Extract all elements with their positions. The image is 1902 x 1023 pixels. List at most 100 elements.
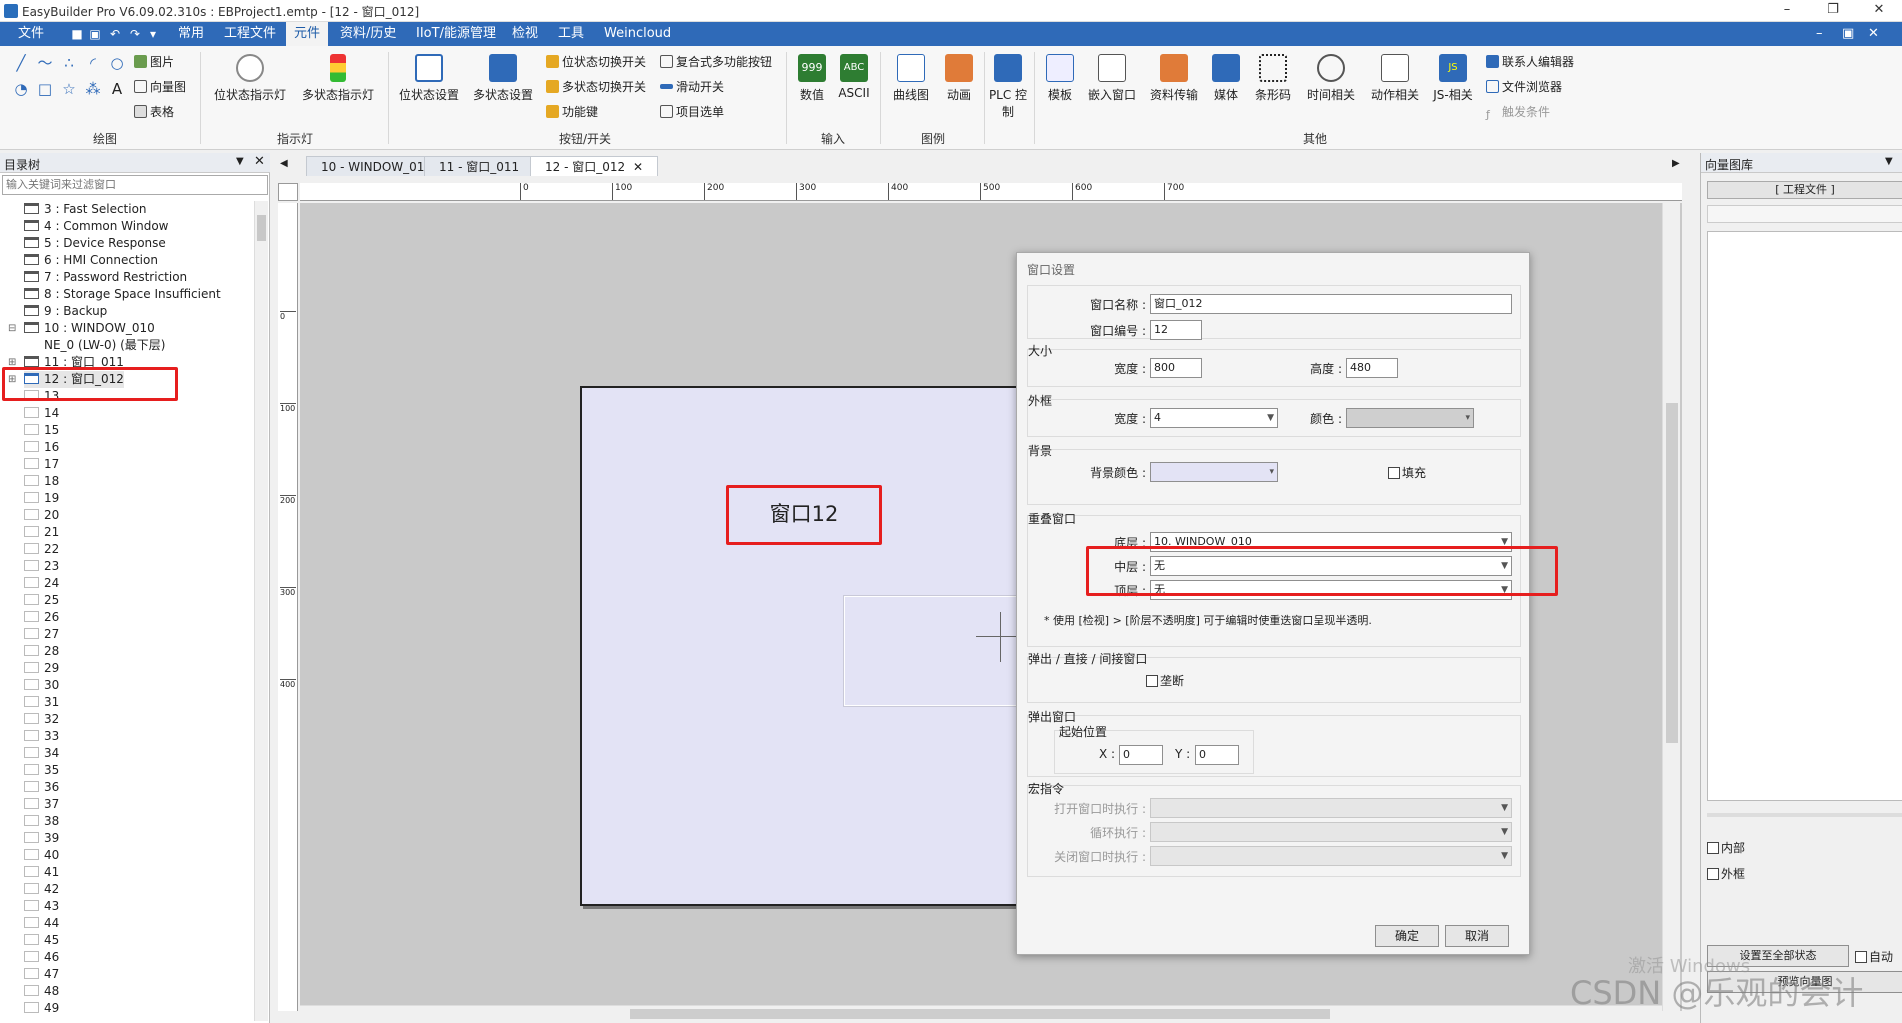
- tree-item[interactable]: 35: [24, 762, 59, 779]
- tree-item[interactable]: 17: [24, 456, 59, 473]
- bg-color-picker[interactable]: ▾: [1150, 462, 1278, 482]
- tree-item[interactable]: 19: [24, 490, 59, 507]
- window-name-field[interactable]: 窗口_012: [1150, 294, 1512, 314]
- trend-button[interactable]: 曲线图: [886, 54, 936, 103]
- tree-item[interactable]: 48: [24, 983, 59, 1000]
- word-switch-button[interactable]: 多状态切换开关: [546, 77, 646, 97]
- tree-item[interactable]: 21: [24, 524, 59, 541]
- ascii-button[interactable]: ABC ASCII: [834, 54, 874, 100]
- tree-scrollbar-thumb[interactable]: [257, 215, 266, 241]
- animation-button[interactable]: 动画: [938, 54, 980, 103]
- tree-item[interactable]: 6 : HMI Connection: [24, 252, 158, 269]
- tree-item[interactable]: 41: [24, 864, 59, 881]
- menu-iiot[interactable]: IIoT/能源管理: [408, 22, 504, 46]
- monopoly-checkbox-box[interactable]: [1146, 675, 1158, 687]
- scale-icon[interactable]: ⁂: [84, 80, 102, 98]
- tab-close-icon[interactable]: ✕: [633, 160, 643, 174]
- outer-checkbox-box[interactable]: [1707, 868, 1719, 880]
- tree-item[interactable]: 15: [24, 422, 59, 439]
- arc-icon[interactable]: ◜: [84, 54, 102, 72]
- canvas-vscroll-thumb[interactable]: [1666, 403, 1678, 743]
- bit-switch-button[interactable]: 位状态切换开关: [546, 52, 646, 72]
- menu-weincloud[interactable]: Weincloud: [596, 22, 679, 46]
- star-icon[interactable]: ☆: [60, 80, 78, 98]
- doc-restore-button[interactable]: ▣: [1834, 22, 1862, 46]
- menu-elements[interactable]: 元件: [286, 22, 329, 46]
- data-transfer-button[interactable]: 资料传输: [1144, 54, 1204, 103]
- tab-window-12[interactable]: 12 - 窗口_012 ✕: [530, 156, 659, 176]
- monopoly-checkbox[interactable]: 垄断: [1146, 672, 1184, 689]
- menu-data-history[interactable]: 资料/历史: [332, 22, 404, 46]
- menu-file[interactable]: 文件: [10, 22, 52, 46]
- tree-item[interactable]: 23: [24, 558, 59, 575]
- vector-splitter[interactable]: [1707, 813, 1902, 817]
- option-list-button[interactable]: 项目选单: [660, 102, 724, 122]
- tree-item[interactable]: 39: [24, 830, 59, 847]
- tree-item[interactable]: 36: [24, 779, 59, 796]
- inner-checkbox-box[interactable]: [1707, 842, 1719, 854]
- time-button[interactable]: 时间相关: [1300, 54, 1362, 103]
- y-field[interactable]: 0: [1195, 745, 1239, 765]
- ok-button[interactable]: 确定: [1375, 925, 1439, 947]
- js-button[interactable]: JS JS-相关: [1428, 54, 1478, 103]
- menu-project-file[interactable]: 工程文件: [216, 22, 284, 46]
- outer-checkbox[interactable]: 外框: [1707, 865, 1745, 882]
- tree-item[interactable]: 33: [24, 728, 59, 745]
- embed-window-button[interactable]: 嵌入窗口: [1082, 54, 1142, 103]
- tree-scrollbar[interactable]: [254, 201, 268, 1021]
- trigger-button[interactable]: ƒ 触发条件: [1486, 102, 1550, 122]
- panel-dropdown-icon[interactable]: ▼: [1885, 156, 1893, 167]
- tree-item[interactable]: 45: [24, 932, 59, 949]
- menu-inspect[interactable]: 检视: [504, 22, 546, 46]
- auto-checkbox[interactable]: 自动: [1855, 948, 1893, 965]
- canvas-hscroll-thumb[interactable]: [630, 1009, 1330, 1019]
- circle-icon[interactable]: ○: [108, 54, 126, 72]
- tree-item[interactable]: 25: [24, 592, 59, 609]
- tree-item[interactable]: 4 : Common Window: [24, 218, 168, 235]
- tree-item[interactable]: 8 : Storage Space Insufficient: [24, 286, 221, 303]
- numeric-button[interactable]: 999 数值: [792, 54, 832, 103]
- project-file-button[interactable]: [ 工程文件 ]: [1707, 181, 1902, 199]
- canvas-text-box[interactable]: 窗口12: [726, 485, 882, 545]
- cancel-button[interactable]: 取消: [1445, 925, 1509, 947]
- macro-close-select[interactable]: ▼: [1150, 846, 1512, 866]
- tree-item[interactable]: 40: [24, 847, 59, 864]
- func-key-button[interactable]: 功能键: [546, 102, 598, 122]
- save-as-icon[interactable]: ▣: [88, 27, 102, 41]
- tree-item[interactable]: 18: [24, 473, 59, 490]
- tree-item[interactable]: 29: [24, 660, 59, 677]
- tree-item[interactable]: 5 : Device Response: [24, 235, 166, 252]
- tab-scroll-left-icon[interactable]: ◀: [280, 158, 288, 169]
- window-no-field[interactable]: 12: [1150, 320, 1202, 340]
- menu-common[interactable]: 常用: [170, 22, 212, 46]
- tree-item[interactable]: 31: [24, 694, 59, 711]
- inner-checkbox[interactable]: 内部: [1707, 839, 1745, 856]
- redo-icon[interactable]: ↷: [128, 27, 142, 41]
- minimize-button[interactable]: –: [1764, 0, 1810, 22]
- action-button[interactable]: 动作相关: [1364, 54, 1426, 103]
- bit-set-button[interactable]: 位状态设置: [394, 54, 464, 103]
- panel-dropdown-icon[interactable]: ▼: [236, 156, 244, 167]
- x-field[interactable]: 0: [1119, 745, 1163, 765]
- frame-color-picker[interactable]: ▾: [1346, 408, 1474, 428]
- table-button[interactable]: 表格: [134, 102, 174, 122]
- tree-item[interactable]: 16: [24, 439, 59, 456]
- tree-item[interactable]: 3 : Fast Selection: [24, 201, 147, 218]
- tree-item[interactable]: 49: [24, 1000, 59, 1017]
- tree-item[interactable]: 38: [24, 813, 59, 830]
- barcode-button[interactable]: 条形码: [1248, 54, 1298, 103]
- macro-open-select[interactable]: ▼: [1150, 798, 1512, 818]
- tree-item[interactable]: 24: [24, 575, 59, 592]
- media-button[interactable]: 媒体: [1206, 54, 1246, 103]
- undo-icon[interactable]: ↶: [108, 27, 122, 41]
- tree-item[interactable]: 14: [24, 405, 59, 422]
- tree-item[interactable]: 28: [24, 643, 59, 660]
- tree-item[interactable]: 47: [24, 966, 59, 983]
- panel-close-icon[interactable]: ✕: [254, 154, 265, 169]
- vector-button[interactable]: 向量图: [134, 77, 186, 97]
- quick-access-dropdown-icon[interactable]: ▾: [146, 27, 160, 41]
- collapse-icon[interactable]: ⊟: [8, 320, 16, 337]
- save-icon[interactable]: ■: [70, 27, 84, 41]
- text-icon[interactable]: A: [108, 80, 126, 98]
- tree-item[interactable]: 46: [24, 949, 59, 966]
